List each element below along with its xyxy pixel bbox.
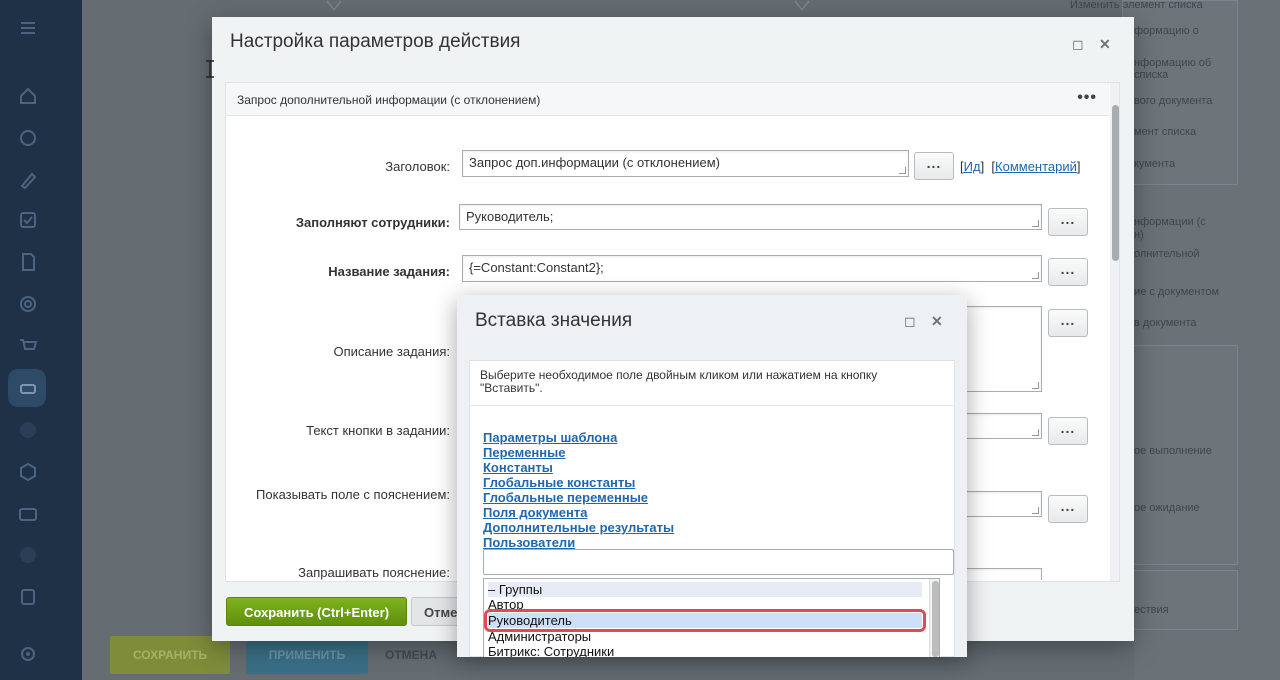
activity-item[interactable]: мент списка xyxy=(1134,126,1196,139)
background-cancel-button[interactable]: ОТМЕНА xyxy=(370,636,452,674)
list-item-bitrix-employees[interactable]: Битрикс: Сотрудники xyxy=(488,644,922,657)
activity-item[interactable]: нформации (с xyxy=(1134,216,1206,229)
header-field-label: Заголовок: xyxy=(385,159,450,174)
show-field-insert-button[interactable]: ... xyxy=(1048,495,1088,523)
activity-item[interactable]: Изменить элемент списка xyxy=(1070,0,1203,12)
badge-icon[interactable] xyxy=(18,545,38,565)
car-icon[interactable] xyxy=(18,378,38,398)
task-name-value: {=Constant:Constant2}; xyxy=(469,260,604,275)
activity-item[interactable]: формацию о xyxy=(1134,25,1199,38)
fill-employees-insert-button[interactable]: ... xyxy=(1048,208,1088,236)
divider xyxy=(470,405,954,406)
card-icon[interactable] xyxy=(18,504,38,524)
content-scrollbar[interactable] xyxy=(1110,83,1119,581)
search-input[interactable] xyxy=(483,549,954,575)
task-name-insert-button[interactable]: ... xyxy=(1048,258,1088,286)
maximize-icon[interactable]: ◻ xyxy=(904,313,916,330)
users-listbox[interactable]: – Группы Автор Руководитель Администрато… xyxy=(483,578,940,657)
close-icon[interactable]: ✕ xyxy=(931,313,943,330)
fill-employees-input[interactable]: Руководитель; xyxy=(459,204,1042,230)
ask-explanation-label: Запрашивать пояснение: xyxy=(298,565,450,580)
category-document-fields-link[interactable]: Поля документа xyxy=(483,505,587,520)
category-constants-link[interactable]: Константы xyxy=(483,460,553,475)
instruction-text: Выберите необходимое поле двойным кликом… xyxy=(480,368,878,395)
flow-arrow-icon xyxy=(794,0,810,12)
show-field-label: Показывать поле с пояснением: xyxy=(256,487,450,502)
list-item-groups[interactable]: – Группы xyxy=(488,582,922,597)
puzzle-icon[interactable] xyxy=(18,128,38,148)
dialog-title: Настройка параметров действия xyxy=(230,31,521,52)
fill-employees-label: Заполняют сотрудники: xyxy=(295,215,450,230)
fill-employees-value: Руководитель; xyxy=(466,209,554,224)
maximize-icon[interactable]: ◻ xyxy=(1072,36,1084,53)
task-description-label: Описание задания: xyxy=(333,344,450,359)
insert-dialog-title: Вставка значения xyxy=(475,310,633,331)
activity-item[interactable]: ествия xyxy=(1134,604,1169,617)
activity-item[interactable]: кумента xyxy=(1134,158,1175,171)
category-template-params-link[interactable]: Параметры шаблона xyxy=(483,430,617,445)
activity-item[interactable]: в документа xyxy=(1134,317,1197,330)
category-users-link[interactable]: Пользователи xyxy=(483,535,575,550)
category-global-variables-link[interactable]: Глобальные переменные xyxy=(483,490,648,505)
target-icon[interactable] xyxy=(18,294,38,314)
list-scrollbar-thumb[interactable] xyxy=(932,581,939,657)
comment-link[interactable]: Комментарий xyxy=(995,159,1077,174)
list-scrollbar[interactable] xyxy=(929,579,939,657)
cart-icon[interactable] xyxy=(18,336,38,356)
task-description-insert-button[interactable]: ... xyxy=(1048,309,1088,337)
background-activity-panel: Изменить элемент списка формацию о нформ… xyxy=(1070,0,1280,680)
header-field-value: Запрос доп.информации (с отклонением) xyxy=(469,155,720,170)
flow-arrow-icon xyxy=(326,0,342,12)
activity-item[interactable]: олнительной xyxy=(1134,248,1200,261)
background-apply-button[interactable]: ПРИМЕНИТЬ xyxy=(246,636,368,674)
close-icon[interactable]: ✕ xyxy=(1099,36,1111,53)
list-item-administrators[interactable]: Администраторы xyxy=(488,629,922,644)
activity-group xyxy=(1122,570,1238,630)
category-global-constants-link[interactable]: Глобальные константы xyxy=(483,475,635,490)
home-icon[interactable] xyxy=(18,86,38,106)
cube-icon[interactable] xyxy=(18,462,38,482)
background-save-button[interactable]: СОХРАНИТЬ xyxy=(110,636,230,674)
header-insert-button[interactable]: ... xyxy=(914,152,954,180)
checkbox-icon[interactable] xyxy=(18,210,38,230)
section-title: Запрос дополнительной информации (с откл… xyxy=(237,93,541,107)
field-links: [Ид] [Комментарий] xyxy=(960,159,1081,174)
k-icon[interactable] xyxy=(18,420,38,440)
scrollbar-thumb[interactable] xyxy=(1112,105,1119,261)
task-name-input[interactable]: {=Constant:Constant2}; xyxy=(462,255,1042,282)
activity-item[interactable]: ое выполнение xyxy=(1134,445,1212,458)
section-header: Запрос дополнительной информации (с откл… xyxy=(226,83,1109,116)
header-field-input[interactable]: Запрос доп.информации (с отклонением) xyxy=(462,150,909,177)
pencil-icon[interactable] xyxy=(18,170,38,190)
insert-value-dialog: Вставка значения ◻ ✕ Выберите необходимо… xyxy=(457,295,967,657)
menu-icon[interactable] xyxy=(18,18,38,38)
activity-item[interactable]: ое ожидание xyxy=(1134,502,1200,515)
settings-gear-icon[interactable] xyxy=(18,644,38,664)
storage-icon[interactable] xyxy=(18,587,38,607)
button-text-label: Текст кнопки в задании: xyxy=(306,423,450,438)
category-variables-link[interactable]: Переменные xyxy=(483,445,565,460)
task-name-label: Название задания: xyxy=(328,264,450,279)
document-icon[interactable] xyxy=(18,252,38,272)
save-button[interactable]: Сохранить (Ctrl+Enter) xyxy=(226,597,407,626)
category-additional-results-link[interactable]: Дополнительные результаты xyxy=(483,520,674,535)
left-navigation-rail xyxy=(0,0,82,680)
activity-item[interactable]: ие с документом xyxy=(1134,286,1219,299)
id-link[interactable]: Ид xyxy=(964,159,981,174)
activity-item[interactable]: н) xyxy=(1134,229,1144,242)
activity-item[interactable]: вого документа xyxy=(1134,95,1212,108)
list-item-author[interactable]: Автор xyxy=(488,597,922,612)
more-options-icon[interactable]: ••• xyxy=(1077,89,1097,107)
activity-item[interactable]: списка xyxy=(1134,69,1168,82)
insert-dialog-content: Выберите необходимое поле двойным кликом… xyxy=(469,360,955,657)
button-text-insert-button[interactable]: ... xyxy=(1048,417,1088,445)
list-item-manager-selected[interactable]: Руководитель xyxy=(484,609,926,632)
text-cursor-icon xyxy=(206,60,214,78)
